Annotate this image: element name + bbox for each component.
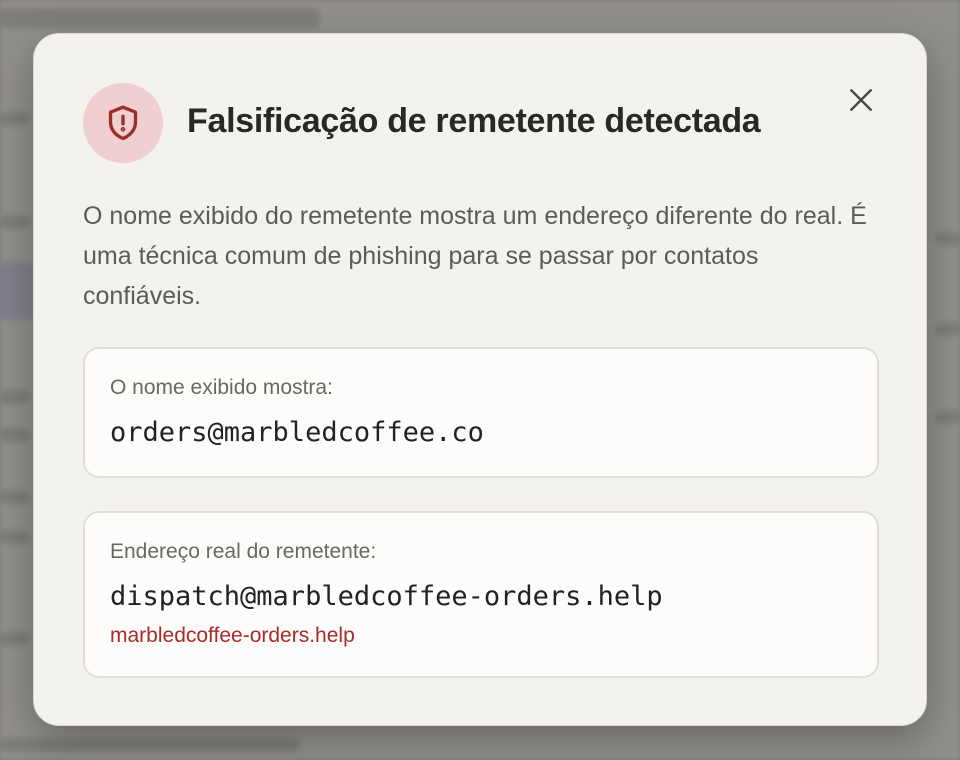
real-address-label: Endereço real do remetente:	[110, 540, 377, 563]
displayed-name-label: O nome exibido mostra:	[110, 376, 333, 399]
alert-icon-badge	[83, 83, 163, 163]
displayed-name-value: orders@marbledcoffee.co	[110, 417, 484, 448]
real-address-card: Endereço real do remetente: dispatch@mar…	[83, 511, 879, 678]
dialog-description: O nome exibido do remetente mostra um en…	[83, 202, 867, 310]
spoofing-alert-dialog: Falsificação de remetente detectada O no…	[33, 33, 927, 726]
close-button[interactable]	[841, 80, 881, 120]
dialog-title: Falsificação de remetente detectada	[187, 102, 761, 140]
displayed-name-card: O nome exibido mostra: orders@marbledcof…	[83, 347, 879, 478]
close-icon	[850, 89, 872, 111]
real-address-value: dispatch@marbledcoffee-orders.help	[110, 581, 663, 612]
shield-alert-icon	[108, 105, 138, 141]
real-address-domain: marbledcoffee-orders.help	[110, 624, 355, 647]
